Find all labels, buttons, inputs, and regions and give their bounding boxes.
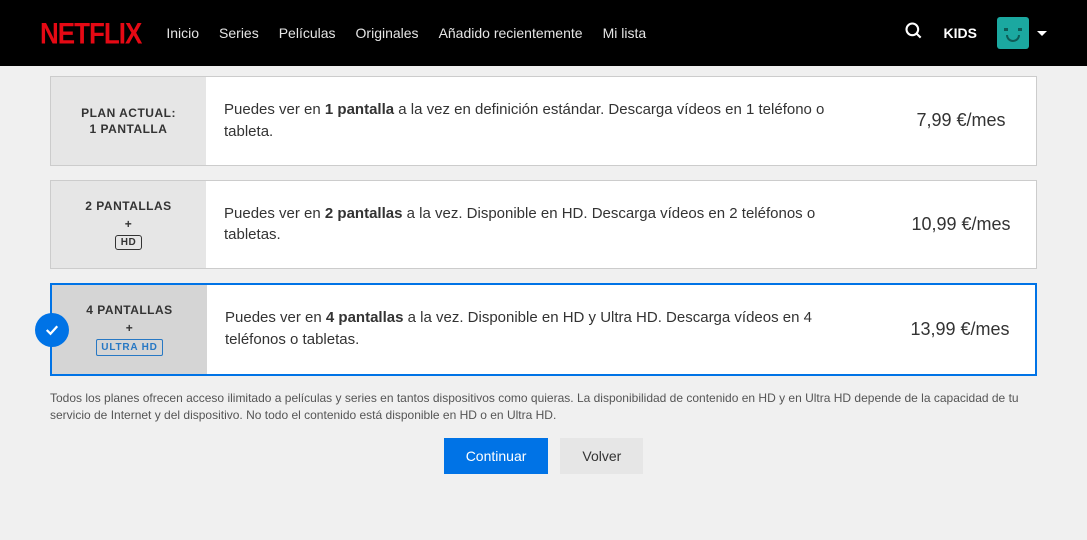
- content: Cambiar plan streaming PLAN ACTUAL: 1 PA…: [0, 66, 1087, 474]
- plan-option-2[interactable]: 2 PANTALLAS + HD Puedes ver en 2 pantall…: [50, 180, 1037, 270]
- plan-option-1[interactable]: PLAN ACTUAL: 1 PANTALLA Puedes ver en 1 …: [50, 76, 1037, 166]
- disclaimer-text: Todos los planes ofrecen acceso ilimitad…: [50, 390, 1037, 424]
- header: NETFLIX Inicio Series Películas Original…: [0, 0, 1087, 66]
- search-icon[interactable]: [904, 21, 924, 46]
- avatar-icon: [997, 17, 1029, 49]
- plan-label-line1: 2 PANTALLAS: [85, 199, 171, 213]
- nav-series[interactable]: Series: [219, 25, 259, 41]
- continue-button[interactable]: Continuar: [444, 438, 549, 474]
- button-row: Continuar Volver: [50, 438, 1037, 474]
- plan-description: Puedes ver en 1 pantalla a la vez en def…: [206, 77, 886, 165]
- nav-originals[interactable]: Originales: [356, 25, 419, 41]
- plan-label: 2 PANTALLAS + HD: [51, 181, 206, 269]
- right-nav: KIDS: [904, 17, 1047, 49]
- plus-icon: +: [126, 321, 134, 335]
- checkmark-icon: [35, 313, 69, 347]
- plan-option-3[interactable]: 4 PANTALLAS + ULTRA HD Puedes ver en 4 p…: [50, 283, 1037, 376]
- hd-badge-icon: HD: [115, 235, 142, 250]
- plan-price: 7,99 €/mes: [886, 77, 1036, 165]
- plan-description: Puedes ver en 4 pantallas a la vez. Disp…: [207, 285, 885, 374]
- kids-link[interactable]: KIDS: [944, 25, 977, 41]
- nav-mylist[interactable]: Mi lista: [603, 25, 647, 41]
- plan-label-line2: 1 PANTALLA: [90, 122, 168, 136]
- plan-label: 4 PANTALLAS + ULTRA HD: [52, 285, 207, 374]
- nav-home[interactable]: Inicio: [166, 25, 199, 41]
- plan-label-line1: 4 PANTALLAS: [86, 303, 172, 317]
- plan-price: 13,99 €/mes: [885, 285, 1035, 374]
- nav-movies[interactable]: Películas: [279, 25, 336, 41]
- plan-price: 10,99 €/mes: [886, 181, 1036, 269]
- back-button[interactable]: Volver: [560, 438, 643, 474]
- ultrahd-badge-icon: ULTRA HD: [96, 339, 162, 356]
- main-nav: Inicio Series Películas Originales Añadi…: [166, 25, 646, 41]
- brand-logo[interactable]: NETFLIX: [40, 15, 141, 51]
- plus-icon: +: [125, 217, 133, 231]
- profile-menu[interactable]: [997, 17, 1047, 49]
- plan-label-line1: PLAN ACTUAL:: [81, 106, 176, 120]
- plan-description: Puedes ver en 2 pantallas a la vez. Disp…: [206, 181, 886, 269]
- caret-down-icon: [1037, 31, 1047, 36]
- nav-recent[interactable]: Añadido recientemente: [439, 25, 583, 41]
- plan-label: PLAN ACTUAL: 1 PANTALLA: [51, 77, 206, 165]
